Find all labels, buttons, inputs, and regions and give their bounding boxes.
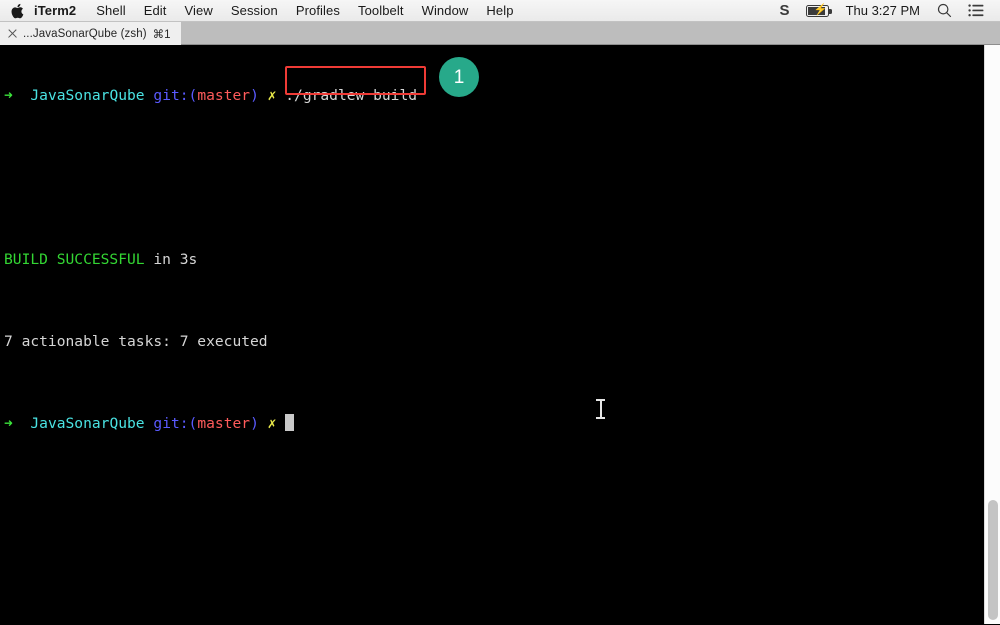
iterm2-window: ...JavaSonarQube (zsh) ⌘1 ➜ JavaSonarQub… (0, 22, 1000, 625)
build-duration-text: in 3s (144, 251, 198, 268)
prompt-git-close: ) (250, 87, 259, 104)
terminal-line-build-status: BUILD SUCCESSFUL in 3s (4, 250, 417, 271)
prompt-git-close-2: ) (250, 415, 259, 432)
prompt-git-open-2: git:( (153, 415, 198, 432)
menu-item-session[interactable]: Session (222, 0, 287, 21)
menu-item-view[interactable]: View (176, 0, 222, 21)
terminal-caret (285, 414, 295, 431)
menu-item-profiles[interactable]: Profiles (287, 0, 349, 21)
tab-title: ...JavaSonarQube (zsh) (23, 27, 147, 40)
prompt-directory-2: JavaSonarQube (30, 415, 145, 432)
menubar-status-group: S ⚡ Thu 3:27 PM (772, 0, 1000, 21)
scrollbar-thumb[interactable] (988, 500, 998, 620)
prompt-arrow-icon-2: ➜ (4, 415, 13, 432)
prompt-arrow-icon: ➜ (4, 87, 13, 104)
menu-item-window[interactable]: Window (413, 0, 478, 21)
apple-logo-icon[interactable] (0, 0, 30, 21)
macos-menubar: iTerm2 Shell Edit View Session Profiles … (0, 0, 1000, 22)
terminal-line-prompt-idle: ➜ JavaSonarQube git:(master) ✗ (4, 414, 417, 435)
menu-item-shell[interactable]: Shell (87, 0, 134, 21)
task-summary-text: 7 actionable tasks: 7 executed (4, 333, 268, 350)
sonar-status-icon[interactable]: S (772, 0, 798, 21)
typed-command: ./gradlew build (285, 87, 418, 104)
menu-item-iterm2[interactable]: iTerm2 (30, 0, 87, 21)
battery-charging-icon[interactable]: ⚡ (798, 0, 837, 21)
prompt-git-open: git:( (153, 87, 198, 104)
menu-item-edit[interactable]: Edit (135, 0, 176, 21)
terminal-line-prompt-command: ➜ JavaSonarQube git:(master) ✗ ./gradlew… (4, 86, 417, 107)
terminal-line-task-summary: 7 actionable tasks: 7 executed (4, 332, 417, 353)
terminal-line-blank-1 (4, 168, 417, 189)
prompt-git-branch-2: master (197, 415, 251, 432)
control-center-icon[interactable] (960, 0, 992, 21)
vertical-scrollbar[interactable] (984, 45, 1000, 624)
build-status-text: BUILD SUCCESSFUL (4, 251, 145, 268)
menu-item-toolbelt[interactable]: Toolbelt (349, 0, 413, 21)
terminal-screen[interactable]: ➜ JavaSonarQube git:(master) ✗ ./gradlew… (0, 45, 1000, 624)
prompt-git-branch: master (197, 87, 251, 104)
text-ibeam-cursor (596, 398, 605, 420)
menubar-clock[interactable]: Thu 3:27 PM (837, 3, 929, 18)
terminal-text-buffer: ➜ JavaSonarQube git:(master) ✗ ./gradlew… (4, 45, 417, 476)
menu-item-help[interactable]: Help (477, 0, 522, 21)
tab-shortcut-label: ⌘1 (152, 28, 171, 41)
step-badge-1: 1 (439, 57, 479, 97)
tab-bar: ...JavaSonarQube (zsh) ⌘1 (0, 22, 1000, 45)
prompt-directory: JavaSonarQube (30, 87, 145, 104)
search-icon[interactable] (929, 0, 960, 21)
terminal-tab-active[interactable]: ...JavaSonarQube (zsh) ⌘1 (0, 22, 181, 45)
close-icon[interactable] (6, 27, 19, 40)
menubar-left-group: iTerm2 Shell Edit View Session Profiles … (0, 0, 523, 21)
